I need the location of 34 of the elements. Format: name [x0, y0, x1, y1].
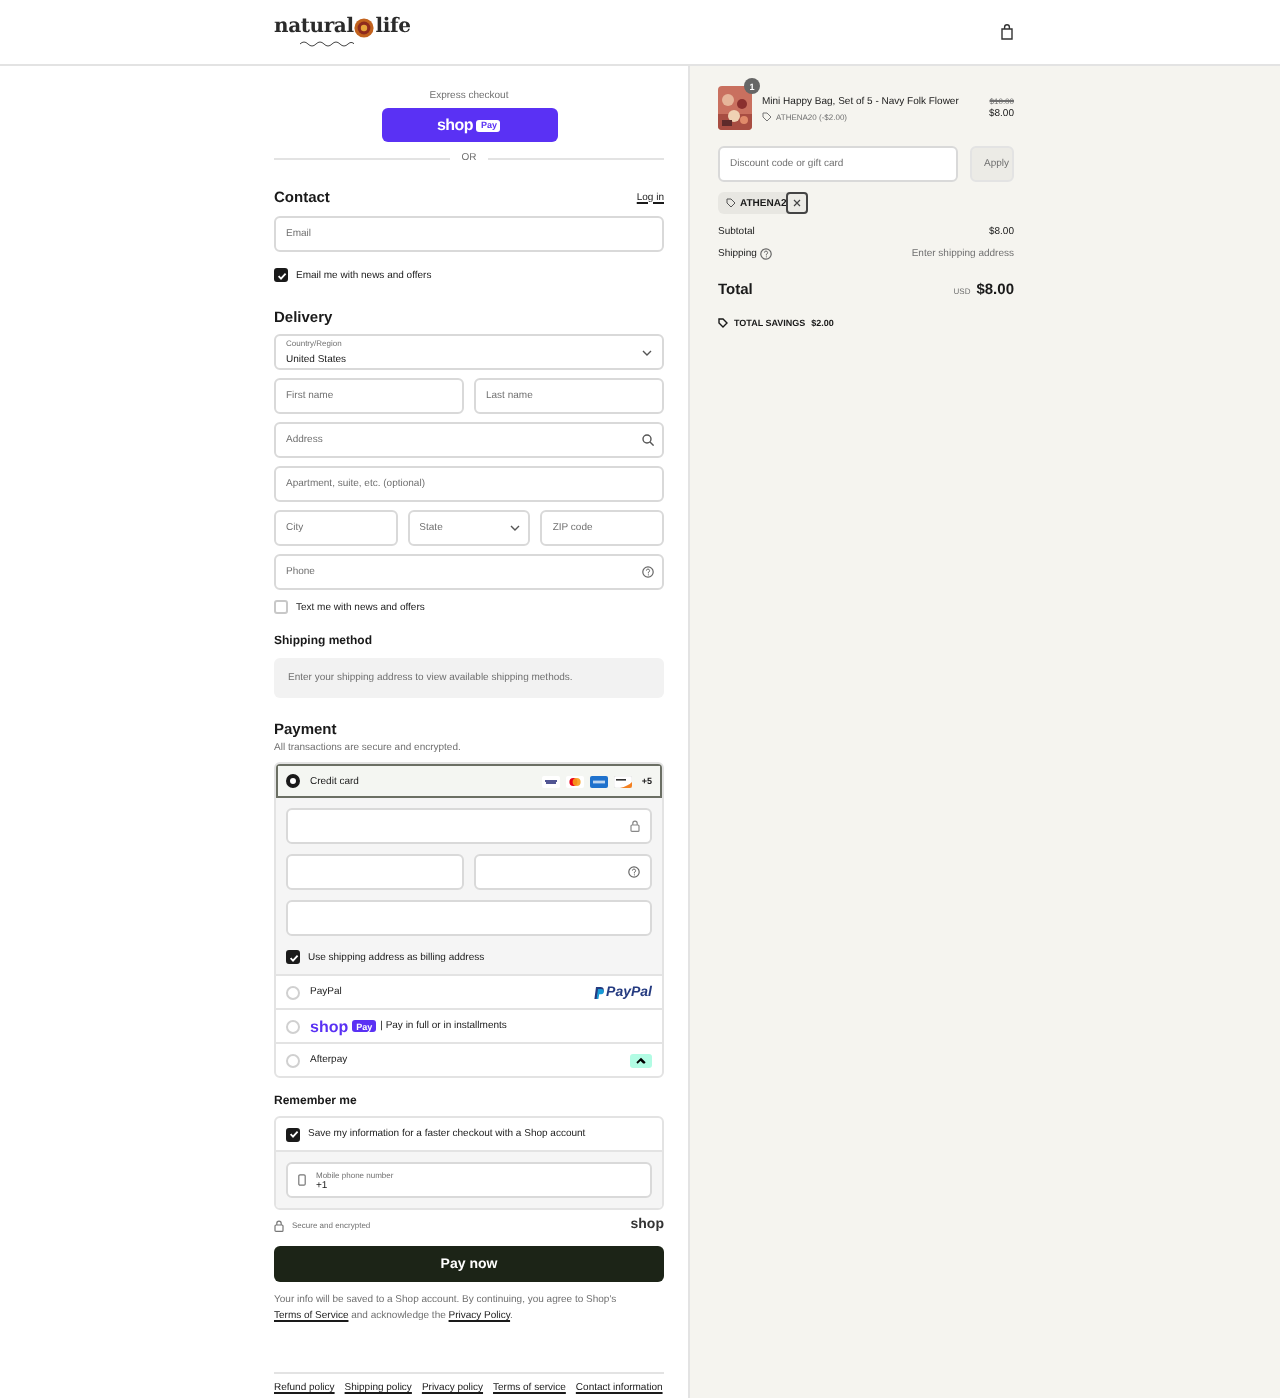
help-icon	[760, 248, 773, 260]
logo-text: natural	[274, 16, 354, 38]
discover-card-icon	[613, 775, 632, 787]
checkmark-icon	[287, 1128, 299, 1140]
chevron-down-icon	[642, 350, 652, 356]
help-icon	[642, 566, 654, 578]
radio-button[interactable]	[286, 774, 300, 788]
phone-icon	[298, 1174, 306, 1186]
tag-icon	[726, 198, 736, 208]
checkbox[interactable]	[286, 950, 300, 964]
remove-button[interactable]	[786, 192, 809, 214]
input-field[interactable]	[286, 808, 652, 844]
amex-card-icon	[589, 775, 608, 787]
search-icon	[642, 434, 654, 446]
close-icon	[792, 198, 803, 208]
shopping-bag-icon	[1000, 24, 1014, 40]
paypal-p-icon	[594, 985, 605, 999]
input-field[interactable]	[286, 900, 652, 936]
checkmark-icon	[287, 951, 299, 963]
lock-icon	[630, 820, 640, 832]
mastercard-icon	[565, 775, 584, 787]
input-field[interactable]	[474, 854, 652, 890]
lock-icon	[274, 1219, 284, 1231]
checkmark-icon	[275, 269, 287, 281]
input-field[interactable]	[286, 854, 464, 890]
checkbox[interactable]	[274, 268, 288, 282]
checkbox[interactable]	[286, 1127, 300, 1141]
tag-icon	[762, 111, 772, 121]
tagline-scribble-icon	[298, 40, 354, 48]
logo-text: life	[375, 16, 411, 38]
flower-logo-icon	[354, 17, 375, 37]
help-icon	[628, 866, 640, 878]
savings-tag-icon	[718, 318, 728, 328]
chevron-down-icon	[510, 525, 521, 531]
